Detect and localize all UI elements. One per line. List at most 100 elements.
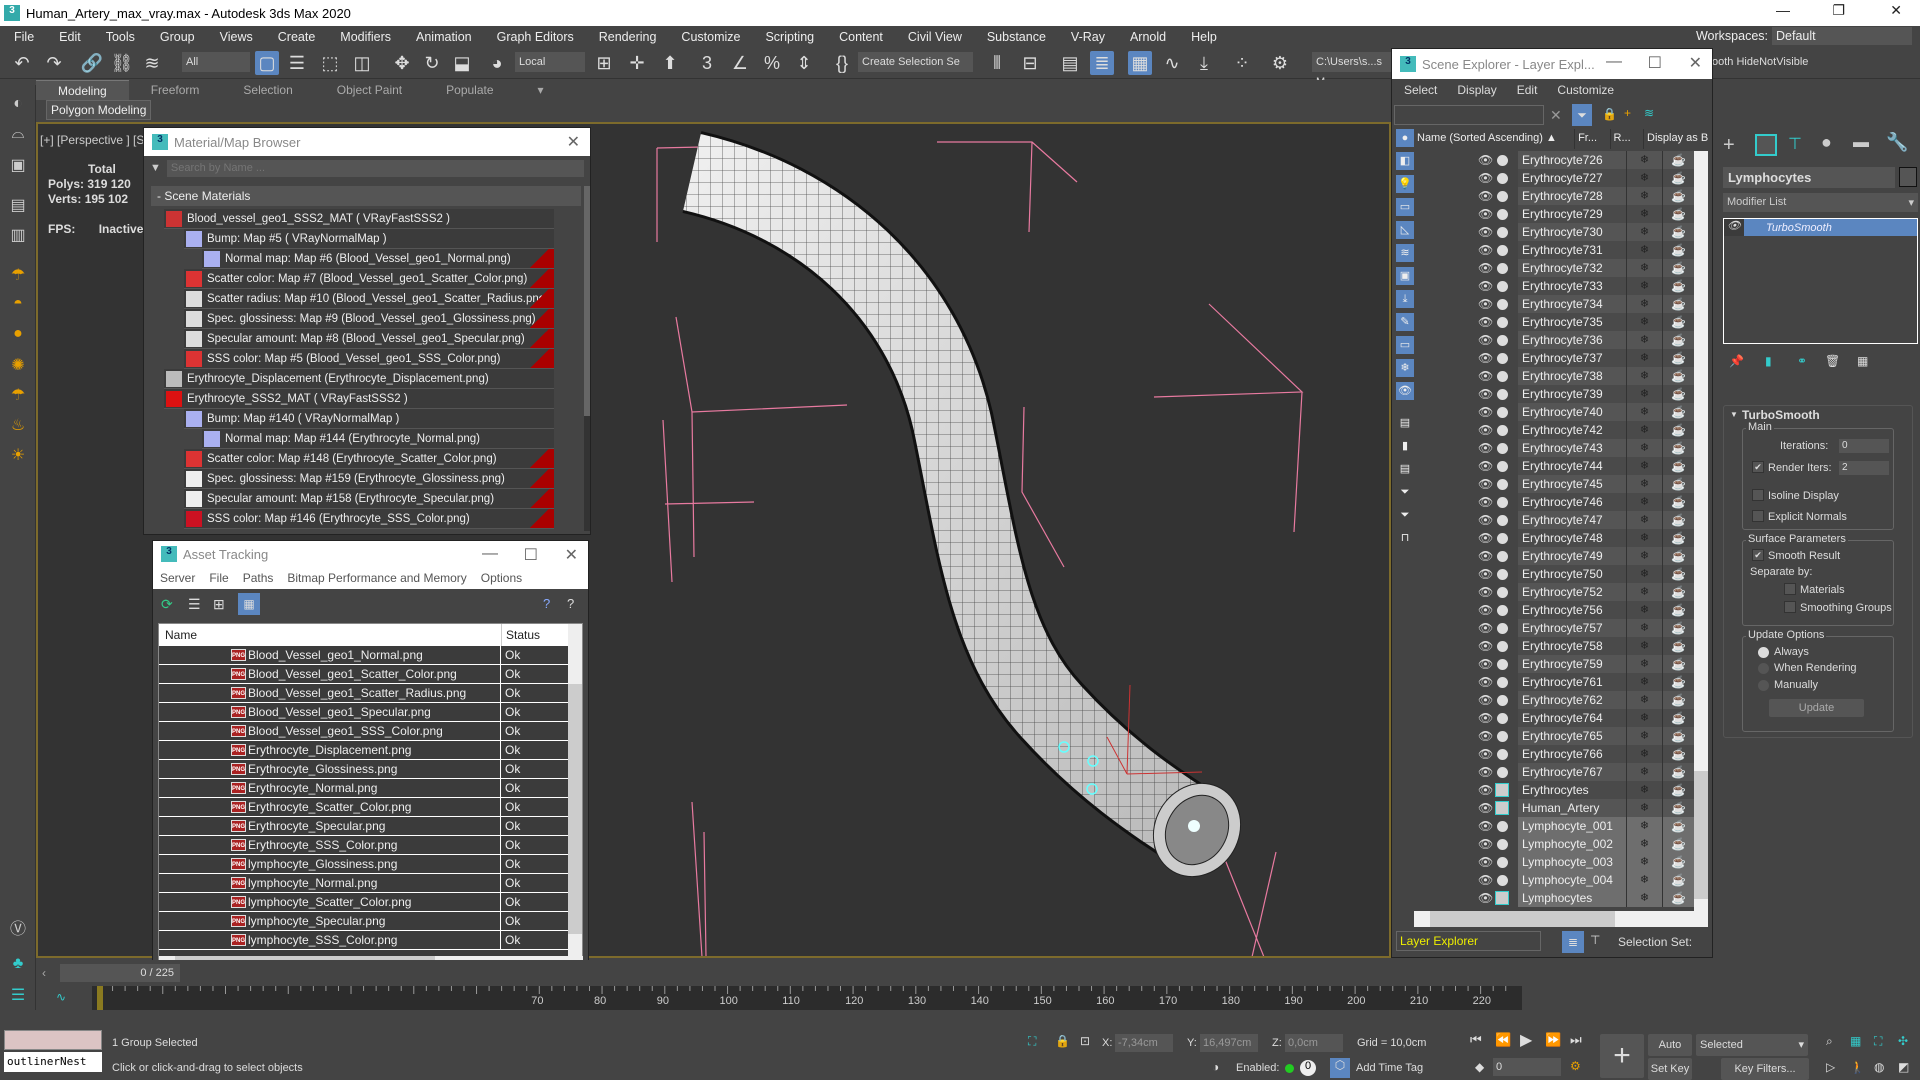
configure-sets-icon[interactable]: ▦ <box>1857 354 1868 368</box>
material-list-item[interactable]: Bump: Map #5 ( VRayNormalMap ) <box>184 229 554 249</box>
maxscript-listener-mini[interactable] <box>4 1030 102 1050</box>
asset-row[interactable]: PNG Erythrocyte_Scatter_Color.png Ok <box>159 797 569 817</box>
material-list-item[interactable]: Normal map: Map #144 (Erythrocyte_Normal… <box>202 429 554 449</box>
menu-arnold[interactable]: Arnold <box>1130 30 1166 44</box>
remove-modifier-icon[interactable]: 🗑 <box>1825 354 1840 368</box>
scene-row[interactable]: 👁 Erythrocyte761 ❄ ☕ <box>1414 673 1694 691</box>
teapot-render-icon[interactable]: ◐ <box>7 95 29 117</box>
always-radio[interactable] <box>1758 647 1769 658</box>
material-list-item[interactable]: SSS color: Map #146 (Erythrocyte_SSS_Col… <box>184 509 554 529</box>
renderable-teapot-icon[interactable]: ☕ <box>1662 871 1694 889</box>
prev-frame-icon[interactable]: ‹ <box>42 966 46 980</box>
edit-named-selection-icon[interactable]: {} <box>830 51 854 75</box>
object-name[interactable]: Erythrocyte744 <box>1518 457 1626 475</box>
filter-icon[interactable]: ⏷ <box>1572 104 1592 126</box>
column-renderable[interactable]: R... <box>1611 129 1645 149</box>
object-name[interactable]: Erythrocyte749 <box>1518 547 1626 565</box>
freeze-icon[interactable]: ❄ <box>1626 781 1662 799</box>
material-search-input[interactable] <box>166 159 584 177</box>
freeze-icon[interactable]: ❄ <box>1626 421 1662 439</box>
scene-explorer-icon[interactable]: ▤ <box>1058 51 1082 75</box>
scene-row[interactable]: 👁 Erythrocyte749 ❄ ☕ <box>1414 547 1694 565</box>
when-rendering-radio[interactable] <box>1758 663 1769 674</box>
manually-radio[interactable] <box>1758 680 1769 691</box>
scene-row[interactable]: 👁 Erythrocyte740 ❄ ☕ <box>1414 403 1694 421</box>
helper-filter-icon[interactable]: ◺ <box>1396 221 1414 239</box>
visibility-eye-icon[interactable]: 👁 <box>1478 765 1493 779</box>
light-icon[interactable]: ☂ <box>7 385 29 407</box>
renderable-teapot-icon[interactable]: ☕ <box>1662 817 1694 835</box>
render-frame-icon[interactable]: ⌓ <box>7 125 29 147</box>
freeze-icon[interactable]: ❄ <box>1626 511 1662 529</box>
renderable-teapot-icon[interactable]: ☕ <box>1662 403 1694 421</box>
xref-filter-icon[interactable]: ⤓ <box>1396 290 1414 308</box>
scene-row[interactable]: 👁 Erythrocyte743 ❄ ☕ <box>1414 439 1694 457</box>
freeze-icon[interactable]: ❄ <box>1626 745 1662 763</box>
material-list-item[interactable]: Scatter color: Map #148 (Erythrocyte_Sca… <box>184 449 554 469</box>
isoline-checkbox[interactable] <box>1752 489 1764 501</box>
renderable-teapot-icon[interactable]: ☕ <box>1662 331 1694 349</box>
object-name[interactable]: Lymphocytes <box>1518 889 1626 907</box>
track-bar[interactable]: 70 80 90 100 110 120 130 140 150 160 170 180 190 200 2… <box>92 986 1522 1010</box>
time-slider[interactable]: 0 / 225 <box>60 964 180 982</box>
scene-row[interactable]: 👁 Erythrocyte742 ❄ ☕ <box>1414 421 1694 439</box>
renderable-teapot-icon[interactable]: ☕ <box>1662 781 1694 799</box>
maximize-button[interactable]: ❐ <box>1832 2 1845 19</box>
all-icon[interactable]: ▮ <box>1396 437 1414 455</box>
bind-space-warp-icon[interactable]: ≋ <box>140 51 164 75</box>
menu-v-ray[interactable]: V-Ray <box>1071 30 1105 44</box>
freeze-icon[interactable]: ❄ <box>1626 151 1662 169</box>
column-status[interactable]: Status <box>501 624 544 646</box>
space-warp-filter-icon[interactable]: ≋ <box>1396 244 1414 262</box>
zoom-extents-icon[interactable]: ⛶ <box>1874 1034 1882 1049</box>
curve-editor-icon[interactable]: ∿ <box>1160 51 1184 75</box>
column-display-as-box[interactable]: Display as B <box>1644 129 1710 149</box>
menu-customize[interactable]: Customize <box>681 30 740 44</box>
visibility-eye-icon[interactable]: 👁 <box>1478 297 1493 311</box>
scene-row[interactable]: 👁 Erythrocyte747 ❄ ☕ <box>1414 511 1694 529</box>
asset-row[interactable]: PNG Blood_Vessel_geo1_Specular.png Ok <box>159 702 569 722</box>
scene-row[interactable]: 👁 Erythrocyte726 ❄ ☕ <box>1414 151 1694 169</box>
select-manipulate-icon[interactable]: ✛ <box>625 51 649 75</box>
freeze-icon[interactable]: ❄ <box>1626 205 1662 223</box>
update-button[interactable]: Update <box>1769 699 1864 717</box>
zoom-all-icon[interactable]: ▦ <box>1850 1034 1861 1048</box>
render-message-icon[interactable]: ▤ <box>7 195 29 217</box>
filter-icon[interactable]: ⏷ <box>1396 506 1414 524</box>
asset-menu-bitmap-performance-and-memory[interactable]: Bitmap Performance and Memory <box>287 571 466 585</box>
visibility-eye-icon[interactable]: 👁 <box>1478 315 1493 329</box>
object-name[interactable]: Erythrocyte745 <box>1518 475 1626 493</box>
filter-settings-icon[interactable]: ⏷ <box>1396 483 1414 501</box>
asset-menu-options[interactable]: Options <box>481 571 522 585</box>
refresh-icon[interactable]: ⟳ <box>161 596 173 613</box>
scene-row[interactable]: 👁 Erythrocyte735 ❄ ☕ <box>1414 313 1694 331</box>
object-name[interactable]: Erythrocyte735 <box>1518 313 1626 331</box>
visibility-eye-icon[interactable]: 👁 <box>1478 459 1493 473</box>
time-config-icon[interactable]: ⚙ <box>1570 1059 1581 1073</box>
visibility-eye-icon[interactable]: 👁 <box>1478 891 1493 905</box>
scene-row[interactable]: 👁 Erythrocyte746 ❄ ☕ <box>1414 493 1694 511</box>
object-name[interactable]: Erythrocyte730 <box>1518 223 1626 241</box>
visibility-eye-icon[interactable]: 👁 <box>1478 405 1493 419</box>
create-tab-icon[interactable]: + <box>1723 134 1735 157</box>
menu-modifiers[interactable]: Modifiers <box>340 30 391 44</box>
menu-rendering[interactable]: Rendering <box>599 30 657 44</box>
options-triangle-icon[interactable]: ▼ <box>150 162 161 174</box>
minimize-button[interactable]: — <box>1776 2 1790 18</box>
next-frame-icon[interactable]: ⏩ <box>1545 1032 1561 1048</box>
materials-checkbox[interactable] <box>1784 583 1796 595</box>
project-path[interactable]: C:\Users\s...s M <box>1312 52 1392 88</box>
scene-row[interactable]: 👁 Erythrocyte744 ❄ ☕ <box>1414 457 1694 475</box>
tab-populate[interactable]: Populate <box>424 80 515 100</box>
scene-explorer-titlebar[interactable]: 3 Scene Explorer - Layer Expl... — ☐ ✕ <box>1392 49 1712 79</box>
rotate-icon[interactable]: ↻ <box>420 51 444 75</box>
asset-tracking-titlebar[interactable]: 3 Asset Tracking — ☐ ✕ <box>153 541 588 567</box>
material-editor-icon[interactable]: ⁘ <box>1230 51 1254 75</box>
artery-mesh[interactable] <box>681 131 1257 893</box>
object-name[interactable]: Erythrocyte728 <box>1518 187 1626 205</box>
hierarchy-icon[interactable]: ⊤ <box>1590 933 1600 947</box>
renderable-teapot-icon[interactable]: ☕ <box>1662 223 1694 241</box>
visibility-eye-icon[interactable]: 👁 <box>1478 603 1493 617</box>
visibility-eye-icon[interactable]: 👁 <box>1478 549 1493 563</box>
smooth-result-checkbox[interactable]: ✔ <box>1752 549 1764 561</box>
